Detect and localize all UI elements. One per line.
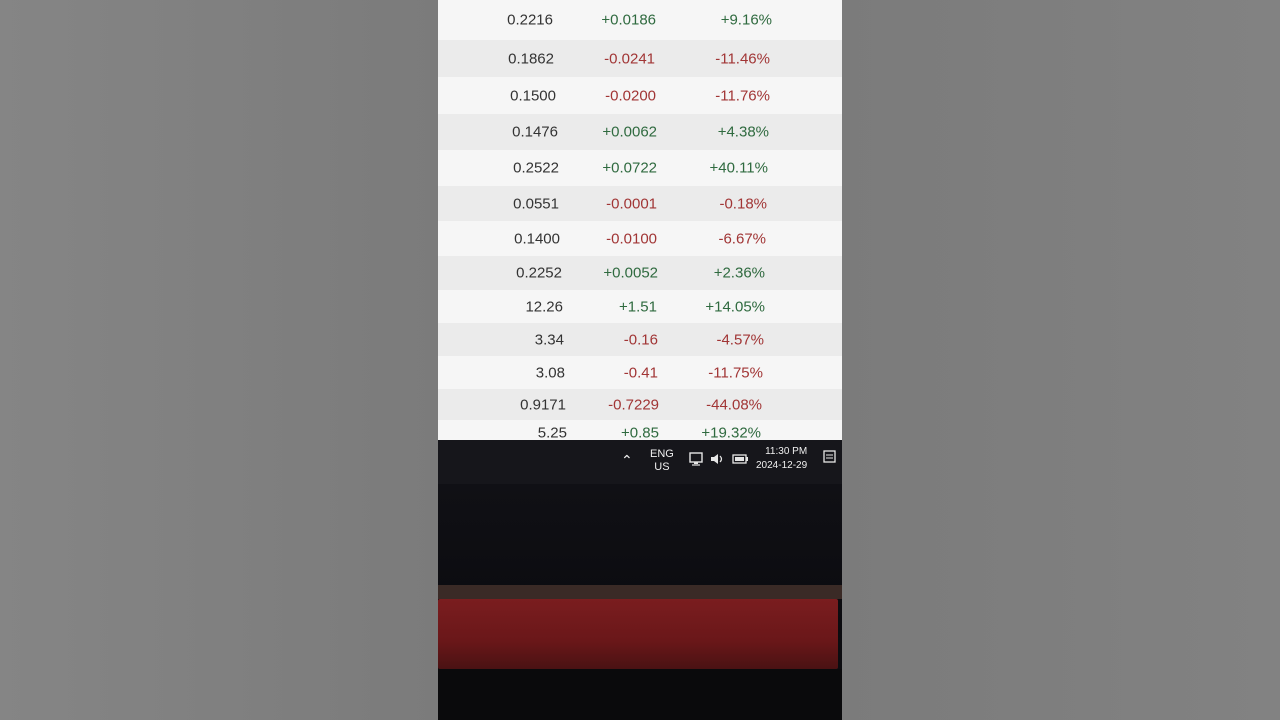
language-indicator[interactable]: ENG US: [650, 448, 674, 474]
clock-date: 2024-12-29: [756, 460, 808, 471]
change-cell: +0.85: [621, 424, 659, 442]
price-cell: 0.2252: [516, 264, 562, 282]
percent-change-cell: -11.75%: [708, 364, 763, 381]
notification-icon[interactable]: [823, 450, 837, 467]
network-icon[interactable]: [689, 452, 705, 469]
change-cell: +0.0186: [601, 11, 656, 29]
percent-change-cell: -0.18%: [719, 195, 767, 212]
percent-change-cell: -6.67%: [718, 230, 766, 247]
change-cell: -0.41: [623, 364, 658, 381]
percent-change-cell: +2.36%: [713, 264, 765, 282]
price-cell: 0.9171: [520, 396, 566, 413]
desk-shadow: [438, 669, 842, 720]
percent-change-cell: +40.11%: [709, 159, 768, 177]
left-blur-background: [0, 0, 438, 720]
price-cell: 0.1476: [512, 123, 558, 141]
price-cell: 0.2216: [507, 11, 553, 29]
percent-change-cell: -11.76%: [715, 87, 770, 104]
percent-change-cell: +14.05%: [705, 298, 765, 315]
change-cell: +0.0722: [602, 159, 657, 177]
system-clock[interactable]: 11:30 PM 2024-12-29: [756, 445, 807, 473]
price-cell: 0.0551: [513, 195, 559, 212]
price-cell: 12.26: [525, 298, 563, 315]
change-cell: +0.0052: [603, 264, 658, 282]
clock-time: 11:30 PM: [765, 446, 808, 457]
percent-change-cell: -11.46%: [715, 50, 770, 67]
language-code: ENG: [650, 448, 674, 460]
battery-icon[interactable]: [732, 452, 750, 469]
table-row[interactable]: 3.34 -0.16 -4.57%: [438, 323, 842, 357]
change-cell: -0.16: [623, 331, 658, 348]
change-cell: -0.0241: [604, 50, 655, 67]
table-row[interactable]: 0.9171 -0.7229 -44.08%: [438, 389, 842, 421]
change-cell: -0.0200: [605, 87, 656, 104]
table-row[interactable]: 0.2522 +0.0722 +40.11%: [438, 150, 842, 187]
table-row[interactable]: 12.26 +1.51 +14.05%: [438, 290, 842, 324]
chevron-up-icon[interactable]: ⌃: [621, 452, 633, 469]
price-cell: 3.08: [535, 364, 565, 381]
percent-change-cell: +9.16%: [720, 11, 772, 29]
table-row[interactable]: 3.08 -0.41 -11.75%: [438, 356, 842, 390]
table-row[interactable]: 0.0551 -0.0001 -0.18%: [438, 186, 842, 222]
change-cell: -0.0001: [606, 195, 657, 212]
price-cell: 0.1862: [508, 50, 554, 67]
table-row[interactable]: 0.1500 -0.0200 -11.76%: [438, 77, 842, 115]
price-cell: 0.1400: [514, 230, 560, 247]
table-row[interactable]: 0.1862 -0.0241 -11.46%: [438, 40, 842, 78]
change-cell: -0.7229: [608, 396, 659, 413]
phone-video-frame: 0.2216 +0.0186 +9.16% 0.1862 -0.0241 -11.46% 0…: [438, 0, 842, 720]
table-row[interactable]: 0.2216 +0.0186 +9.16%: [438, 0, 842, 41]
price-cell: 0.1500: [510, 87, 556, 104]
table-row[interactable]: 0.1476 +0.0062 +4.38%: [438, 114, 842, 151]
change-cell: -0.0100: [606, 230, 657, 247]
right-blur-background: [842, 0, 1280, 720]
price-cell: 5.25: [537, 424, 567, 442]
change-cell: +1.51: [619, 298, 657, 315]
percent-change-cell: +19.32%: [701, 424, 761, 442]
price-cell: 0.2522: [513, 159, 559, 177]
volume-icon[interactable]: [710, 452, 726, 469]
percent-change-cell: -4.57%: [716, 331, 764, 348]
red-desk-object: [438, 599, 838, 669]
region-code: US: [654, 461, 670, 473]
price-cell: 3.34: [534, 331, 564, 348]
desk-edge: [438, 585, 842, 599]
percent-change-cell: -44.08%: [706, 396, 762, 413]
table-row[interactable]: 0.1400 -0.0100 -6.67%: [438, 221, 842, 257]
change-cell: +0.0062: [602, 123, 657, 141]
table-row[interactable]: 0.2252 +0.0052 +2.36%: [438, 256, 842, 291]
windows-taskbar: ⌃ ENG US 11:30 PM 2024-12-29: [438, 440, 842, 484]
price-table: 0.2216 +0.0186 +9.16% 0.1862 -0.0241 -11.46% 0…: [438, 0, 842, 446]
percent-change-cell: +4.38%: [717, 123, 769, 141]
